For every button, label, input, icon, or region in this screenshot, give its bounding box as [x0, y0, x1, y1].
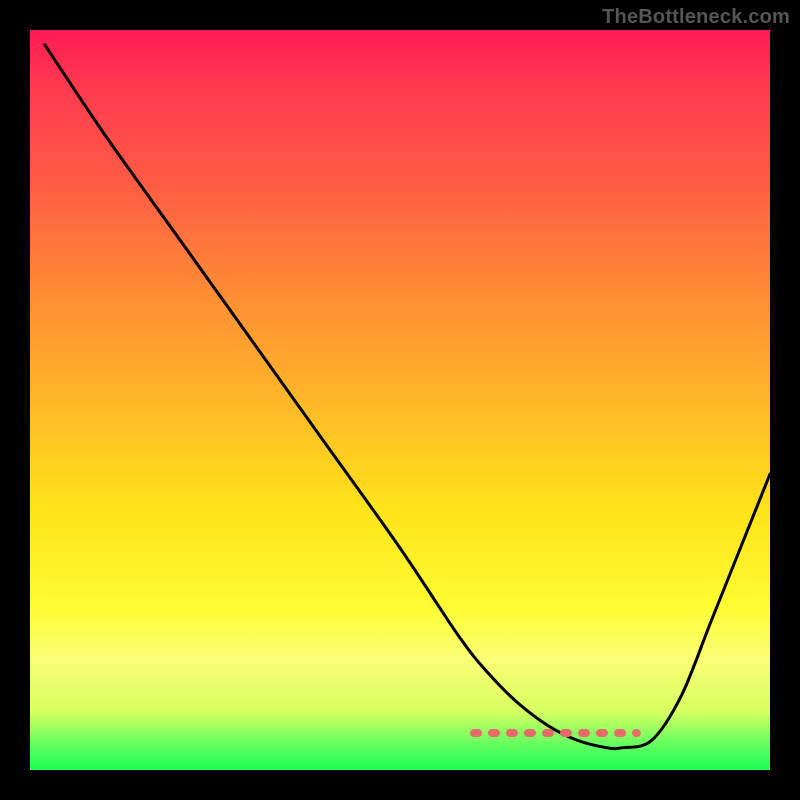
chart-frame: TheBottleneck.com	[0, 0, 800, 800]
plot-area	[30, 30, 770, 770]
curve-layer-svg	[30, 30, 770, 770]
watermark-text: TheBottleneck.com	[602, 6, 790, 29]
bottleneck-curve	[45, 45, 770, 749]
